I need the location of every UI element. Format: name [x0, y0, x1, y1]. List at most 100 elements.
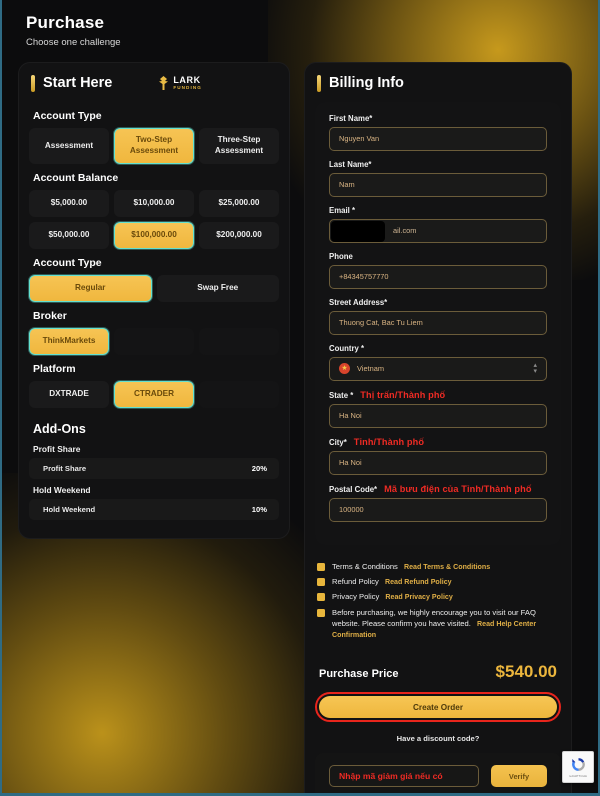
field-phone: Phone +84345757770 — [329, 252, 547, 289]
account-type-two-step[interactable]: Two-Step Assessment — [114, 127, 194, 164]
addon-row-profit-share-label: Profit Share — [43, 463, 87, 473]
platform-ctrader[interactable]: CTRADER — [114, 380, 194, 408]
field-last-name: Last Name* Nam — [329, 160, 547, 197]
balance-5000[interactable]: $5,000.00 — [29, 189, 109, 217]
lark-wordmark: LARK FUNDING — [173, 75, 202, 91]
lark-funding-logo: LARK FUNDING — [158, 75, 202, 91]
phone-input[interactable]: +84345757770 — [329, 264, 547, 289]
street-address-input[interactable]: Thuong Cat, Bac Tu Liem — [329, 310, 547, 335]
postal-label-row: Postal Code* Mã bưu điện của Tỉnh/Thành … — [329, 484, 547, 494]
term-line-refund: Refund Policy Read Refund Policy — [317, 576, 559, 587]
field-first-name: First Name* Nguyen Van — [329, 114, 547, 151]
start-here-title: Start Here — [43, 75, 113, 92]
terms-section: Terms & Conditions Read Terms & Conditio… — [315, 561, 561, 640]
state-annotation: Thị trấn/Thành phố — [360, 389, 446, 400]
email-redaction-box — [331, 220, 385, 242]
discount-code-question[interactable]: Have a discount code? — [315, 734, 561, 743]
verify-button[interactable]: Verify — [491, 765, 547, 788]
field-city: City* Tỉnh/Thành phố Ha Noi — [329, 437, 547, 475]
platform-dxtrade[interactable]: DXTRADE — [29, 380, 109, 408]
last-name-input[interactable]: Nam — [329, 172, 547, 197]
platform-empty-1 — [199, 380, 279, 408]
addon-row-hold-weekend[interactable]: Hold Weekend 10% — [29, 498, 279, 520]
addon-group-profit-share: Profit Share — [33, 443, 81, 454]
recaptcha-badge[interactable]: reCAPTCHA — [562, 751, 594, 783]
state-input[interactable]: Ha Noi — [329, 403, 547, 428]
city-input[interactable]: Ha Noi — [329, 450, 547, 475]
chevron-down-icon: ▴ ▾ — [533, 362, 537, 375]
page-title: Purchase — [26, 13, 105, 32]
balance-25000[interactable]: $25,000.00 — [199, 189, 279, 217]
create-order-button[interactable]: Create Order — [319, 696, 557, 719]
state-label: State * — [329, 390, 354, 400]
purchase-price-value: $540.00 — [495, 662, 557, 682]
broker-label: Broker — [33, 309, 67, 322]
email-input[interactable]: ail.com — [329, 218, 547, 243]
first-name-input[interactable]: Nguyen Van — [329, 126, 547, 151]
addon-row-profit-share[interactable]: Profit Share 20% — [29, 457, 279, 479]
main-columns: Start Here LARK FUNDING Account Type Ass… — [18, 61, 582, 793]
addon-row-hold-weekend-value: 10% — [251, 504, 267, 514]
city-label-row: City* Tỉnh/Thành phố — [329, 437, 547, 447]
country-label: Country * — [329, 343, 365, 353]
addons-title: Add-Ons — [33, 421, 86, 436]
country-select[interactable]: ★ Vietnam ▴ ▾ — [329, 356, 547, 381]
vietnam-flag-icon: ★ — [339, 363, 350, 375]
start-here-panel: Start Here LARK FUNDING Account Type Ass… — [18, 61, 290, 539]
checkbox-faq-confirmation[interactable] — [317, 608, 325, 617]
field-postal-code: Postal Code* Mã bưu điện của Tỉnh/Thành … — [329, 484, 547, 522]
discount-code-card: Nhập mã giảm giá nếu có Verify — [315, 753, 561, 793]
billing-info-title: Billing Info — [329, 75, 404, 92]
term-line-terms: Terms & Conditions Read Terms & Conditio… — [317, 561, 559, 572]
postal-code-annotation: Mã bưu điện của Tỉnh/Thành phố — [384, 483, 532, 494]
phone-label: Phone — [329, 251, 353, 261]
account-type2-swap-free[interactable]: Swap Free — [156, 274, 279, 302]
balance-50000[interactable]: $50,000.00 — [29, 221, 109, 249]
account-type2-options: Regular Swap Free — [29, 274, 279, 302]
refund-policy-link[interactable]: Read Refund Policy — [385, 578, 452, 586]
page-header: Purchase Choose one challenge — [18, 13, 582, 47]
privacy-text-wrap: Privacy Policy Read Privacy Policy — [332, 591, 453, 602]
account-type-three-step[interactable]: Three-Step Assessment — [199, 127, 279, 164]
billing-info-body: First Name* Nguyen Van Last Name* Nam Em… — [305, 101, 571, 793]
refund-policy-text: Refund Policy — [332, 576, 379, 586]
terms-conditions-link[interactable]: Read Terms & Conditions — [404, 563, 490, 571]
field-street-address: Street Address* Thuong Cat, Bac Tu Liem — [329, 298, 547, 335]
platform-label: Platform — [33, 362, 76, 375]
billing-info-panel: Billing Info First Name* Nguyen Van Last… — [304, 61, 572, 793]
privacy-policy-link[interactable]: Read Privacy Policy — [385, 593, 452, 601]
term-line-privacy: Privacy Policy Read Privacy Policy — [317, 591, 559, 602]
discount-code-input[interactable]: Nhập mã giảm giá nếu có — [329, 765, 479, 788]
privacy-policy-text: Privacy Policy — [332, 592, 380, 602]
postal-code-label: Postal Code* — [329, 484, 378, 494]
city-label: City* — [329, 437, 347, 447]
accent-bar-icon — [31, 74, 35, 92]
account-type2-regular[interactable]: Regular — [29, 274, 152, 302]
terms-text-wrap: Terms & Conditions Read Terms & Conditio… — [332, 561, 490, 572]
balance-200000[interactable]: $200,000.00 — [199, 221, 279, 249]
broker-empty-1 — [114, 327, 194, 355]
addon-row-profit-share-value: 20% — [251, 463, 267, 473]
checkbox-refund-policy[interactable] — [317, 577, 325, 586]
postal-code-input[interactable]: 100000 — [329, 497, 547, 522]
terms-conditions-text: Terms & Conditions — [332, 561, 398, 571]
account-balance-options: $5,000.00 $10,000.00 $25,000.00 $50,000.… — [29, 189, 279, 249]
first-name-label: First Name* — [329, 113, 373, 123]
recaptcha-icon — [571, 758, 585, 771]
refund-text-wrap: Refund Policy Read Refund Policy — [332, 576, 452, 587]
balance-10000[interactable]: $10,000.00 — [114, 189, 194, 217]
state-label-row: State * Thị trấn/Thành phố — [329, 390, 547, 400]
email-label: Email * — [329, 205, 356, 215]
checkbox-privacy-policy[interactable] — [317, 593, 325, 602]
account-type2-label: Account Type — [33, 256, 102, 269]
account-type-assessment[interactable]: Assessment — [29, 127, 109, 164]
checkbox-terms-conditions[interactable] — [317, 562, 325, 571]
field-state: State * Thị trấn/Thành phố Ha Noi — [329, 390, 547, 428]
accent-bar-icon-billing — [317, 74, 321, 92]
purchase-price-label: Purchase Price — [319, 668, 399, 681]
last-name-label: Last Name* — [329, 159, 372, 169]
country-select-value-row: ★ Vietnam — [339, 363, 384, 375]
purchase-price-row: Purchase Price $540.00 — [319, 662, 557, 682]
broker-thinkmarkets[interactable]: ThinkMarkets — [29, 327, 109, 355]
balance-100000[interactable]: $100,000.00 — [114, 221, 194, 249]
